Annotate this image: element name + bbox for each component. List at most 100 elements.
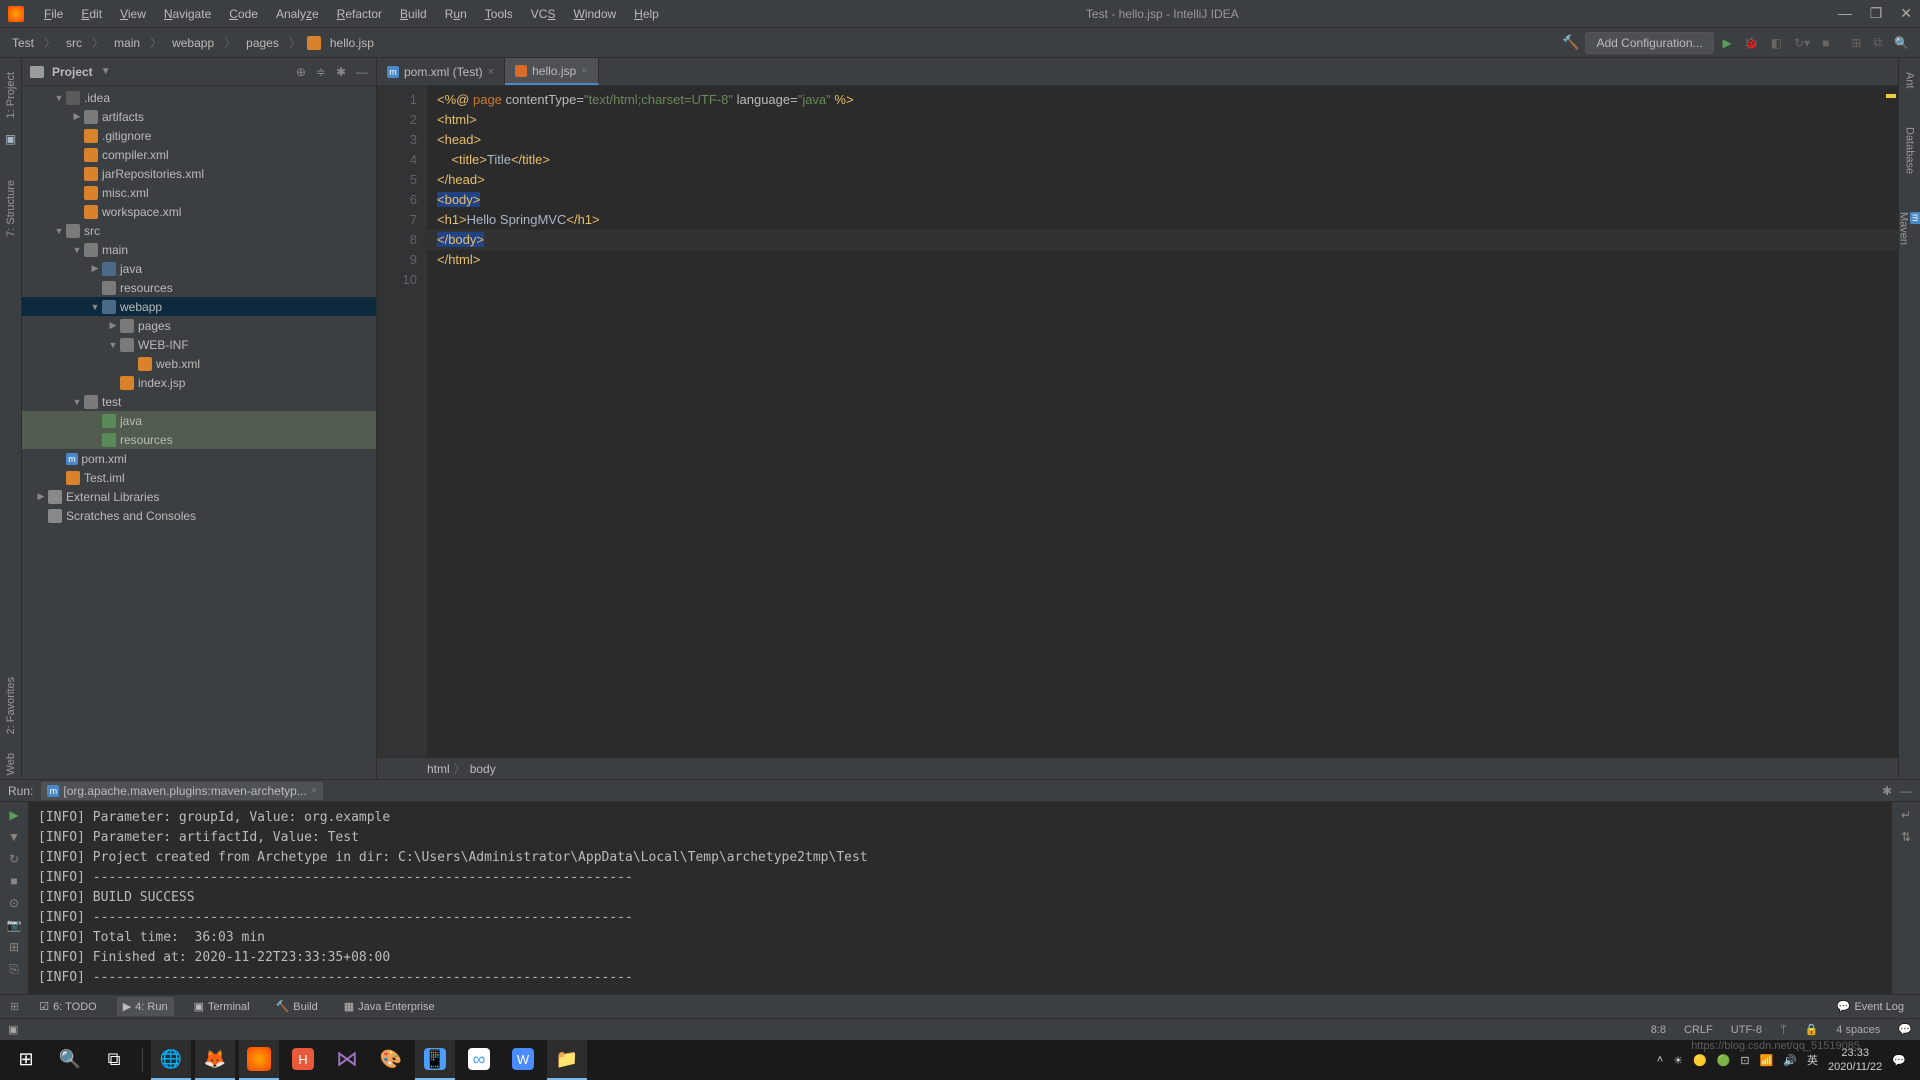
- side-structure-tab[interactable]: 7: Structure: [3, 176, 19, 241]
- menu-analyze[interactable]: Analyze: [268, 3, 327, 25]
- search-everywhere-icon[interactable]: ⧉: [1870, 33, 1885, 52]
- tab-run[interactable]: ▶ 4: Run: [117, 997, 174, 1016]
- app2-icon[interactable]: 🎨: [371, 1040, 411, 1080]
- taskview-button[interactable]: ⧉: [94, 1040, 134, 1080]
- side-ant-tab[interactable]: Ant: [1902, 68, 1918, 93]
- run-output[interactable]: [INFO] Parameter: groupId, Value: org.ex…: [28, 802, 1892, 994]
- tree-webxml[interactable]: web.xml: [156, 357, 200, 371]
- debug-icon[interactable]: 🐞: [1741, 34, 1762, 52]
- crumb-3[interactable]: webapp: [168, 34, 218, 52]
- status-spaces[interactable]: 4 spaces: [1836, 1024, 1880, 1036]
- crumb-5[interactable]: hello.jsp: [326, 34, 378, 52]
- stop2-icon[interactable]: ■: [10, 874, 17, 888]
- code-content[interactable]: <%@ page contentType="text/html;charset=…: [427, 86, 1898, 757]
- soft-wrap-icon[interactable]: ↵: [1901, 808, 1911, 822]
- pin-icon[interactable]: 📷: [7, 918, 22, 932]
- tree-test[interactable]: test: [102, 395, 121, 409]
- ime-icon[interactable]: 英: [1807, 1052, 1818, 1068]
- tray-icon[interactable]: ⊡: [1740, 1054, 1749, 1067]
- run-tab[interactable]: m [org.apache.maven.plugins:maven-archet…: [41, 782, 323, 800]
- tray-icon[interactable]: ☀: [1673, 1054, 1683, 1067]
- tree-workspace[interactable]: workspace.xml: [102, 205, 181, 219]
- maximize-button[interactable]: ❐: [1870, 5, 1883, 22]
- close-button[interactable]: ✕: [1900, 5, 1912, 22]
- status-enc[interactable]: UTF-8: [1731, 1024, 1762, 1036]
- explorer-icon[interactable]: 📁: [547, 1040, 587, 1080]
- menu-file[interactable]: File: [36, 3, 71, 25]
- volume-icon[interactable]: 🔊: [1783, 1054, 1797, 1067]
- crumb2-html[interactable]: html: [427, 762, 450, 776]
- code-editor[interactable]: 12345678910 <%@ page contentType="text/h…: [377, 86, 1898, 757]
- tree-indexjsp[interactable]: index.jsp: [138, 376, 185, 390]
- stop-icon[interactable]: ▼: [8, 830, 20, 844]
- tree-idea[interactable]: .idea: [84, 91, 110, 105]
- wps-icon[interactable]: W: [503, 1040, 543, 1080]
- project-dropdown-icon[interactable]: ▼: [101, 66, 111, 77]
- tree-compiler[interactable]: compiler.xml: [102, 148, 169, 162]
- start-button[interactable]: ⊞: [6, 1040, 46, 1080]
- run-hide-icon[interactable]: ―: [1900, 784, 1912, 798]
- tray-up-icon[interactable]: ˄: [1657, 1054, 1663, 1066]
- stop-icon[interactable]: ■: [1819, 34, 1832, 52]
- menu-help[interactable]: Help: [626, 3, 667, 25]
- tab-todo[interactable]: ☑ 6: TODO: [33, 997, 102, 1016]
- build-icon[interactable]: 🔨: [1562, 34, 1579, 51]
- rerun-icon[interactable]: ▶: [9, 808, 18, 822]
- tree-webapp[interactable]: webapp: [120, 300, 162, 314]
- close-tab-icon[interactable]: ×: [488, 66, 494, 78]
- git-branch-icon[interactable]: ᛘ: [1780, 1024, 1787, 1036]
- tree-scratches[interactable]: Scratches and Consoles: [66, 509, 196, 523]
- menu-refactor[interactable]: Refactor: [329, 3, 390, 25]
- tree-java2[interactable]: java: [120, 414, 142, 428]
- warning-marker-icon[interactable]: [1886, 94, 1896, 98]
- tree-extlib[interactable]: External Libraries: [66, 490, 159, 504]
- layout-icon[interactable]: ⊙: [9, 896, 19, 910]
- vs-icon[interactable]: ⋈: [327, 1040, 367, 1080]
- tree-testiml[interactable]: Test.iml: [84, 471, 125, 485]
- crumb-0[interactable]: Test: [8, 34, 38, 52]
- phone-icon[interactable]: 📱: [415, 1040, 455, 1080]
- tree-artifacts[interactable]: artifacts: [102, 110, 144, 124]
- tree-java[interactable]: java: [120, 262, 142, 276]
- tray-icon[interactable]: 🟡: [1693, 1054, 1707, 1067]
- scroll-icon[interactable]: ⇅: [1901, 830, 1911, 844]
- menu-edit[interactable]: Edit: [73, 3, 110, 25]
- crumb-4[interactable]: pages: [242, 34, 283, 52]
- menu-window[interactable]: Window: [565, 3, 624, 25]
- menu-build[interactable]: Build: [392, 3, 435, 25]
- status-left-icon[interactable]: ▣: [8, 1023, 18, 1036]
- lock-icon[interactable]: 🔒: [1805, 1023, 1819, 1036]
- wifi-icon[interactable]: 📶: [1760, 1054, 1774, 1067]
- side-db-tab[interactable]: Database: [1902, 123, 1918, 178]
- tree-resources[interactable]: resources: [120, 281, 173, 295]
- menu-navigate[interactable]: Navigate: [156, 3, 219, 25]
- crumb2-body[interactable]: body: [470, 762, 496, 776]
- app-icon[interactable]: H: [283, 1040, 323, 1080]
- tree-main[interactable]: main: [102, 243, 128, 257]
- hide-icon[interactable]: ―: [356, 65, 368, 79]
- tray-icon[interactable]: 🟢: [1717, 1054, 1731, 1067]
- update-icon[interactable]: ⊞: [1848, 34, 1864, 52]
- run-icon[interactable]: ▶: [1720, 34, 1735, 52]
- intellij-icon[interactable]: [239, 1040, 279, 1080]
- coverage-icon[interactable]: ◧: [1768, 34, 1785, 52]
- settings-icon[interactable]: ✱: [336, 65, 346, 79]
- notifications-icon[interactable]: 💬: [1898, 1023, 1912, 1036]
- add-configuration-button[interactable]: Add Configuration...: [1585, 32, 1713, 54]
- edge-icon[interactable]: 🌐: [151, 1040, 191, 1080]
- menu-code[interactable]: Code: [221, 3, 266, 25]
- profile-icon[interactable]: ↻▾: [1791, 34, 1813, 52]
- project-tree[interactable]: ▼.idea ▶artifacts .gitignore compiler.xm…: [22, 86, 376, 779]
- tab-eventlog[interactable]: 💬 Event Log: [1831, 997, 1910, 1016]
- run-settings-icon[interactable]: ✱: [1882, 784, 1892, 798]
- side-favorites-tab[interactable]: 2: Favorites: [3, 673, 19, 738]
- toggle-icon[interactable]: ⊞: [9, 940, 19, 954]
- search-button[interactable]: 🔍: [50, 1040, 90, 1080]
- crumb-2[interactable]: main: [110, 34, 144, 52]
- tree-gitignore[interactable]: .gitignore: [102, 129, 151, 143]
- tree-src[interactable]: src: [84, 224, 100, 238]
- notif-icon[interactable]: 💬: [1892, 1054, 1906, 1067]
- project-title[interactable]: Project: [52, 65, 93, 79]
- folder-icon[interactable]: ▣: [5, 132, 16, 146]
- side-maven-tab[interactable]: mMaven: [1896, 208, 1920, 249]
